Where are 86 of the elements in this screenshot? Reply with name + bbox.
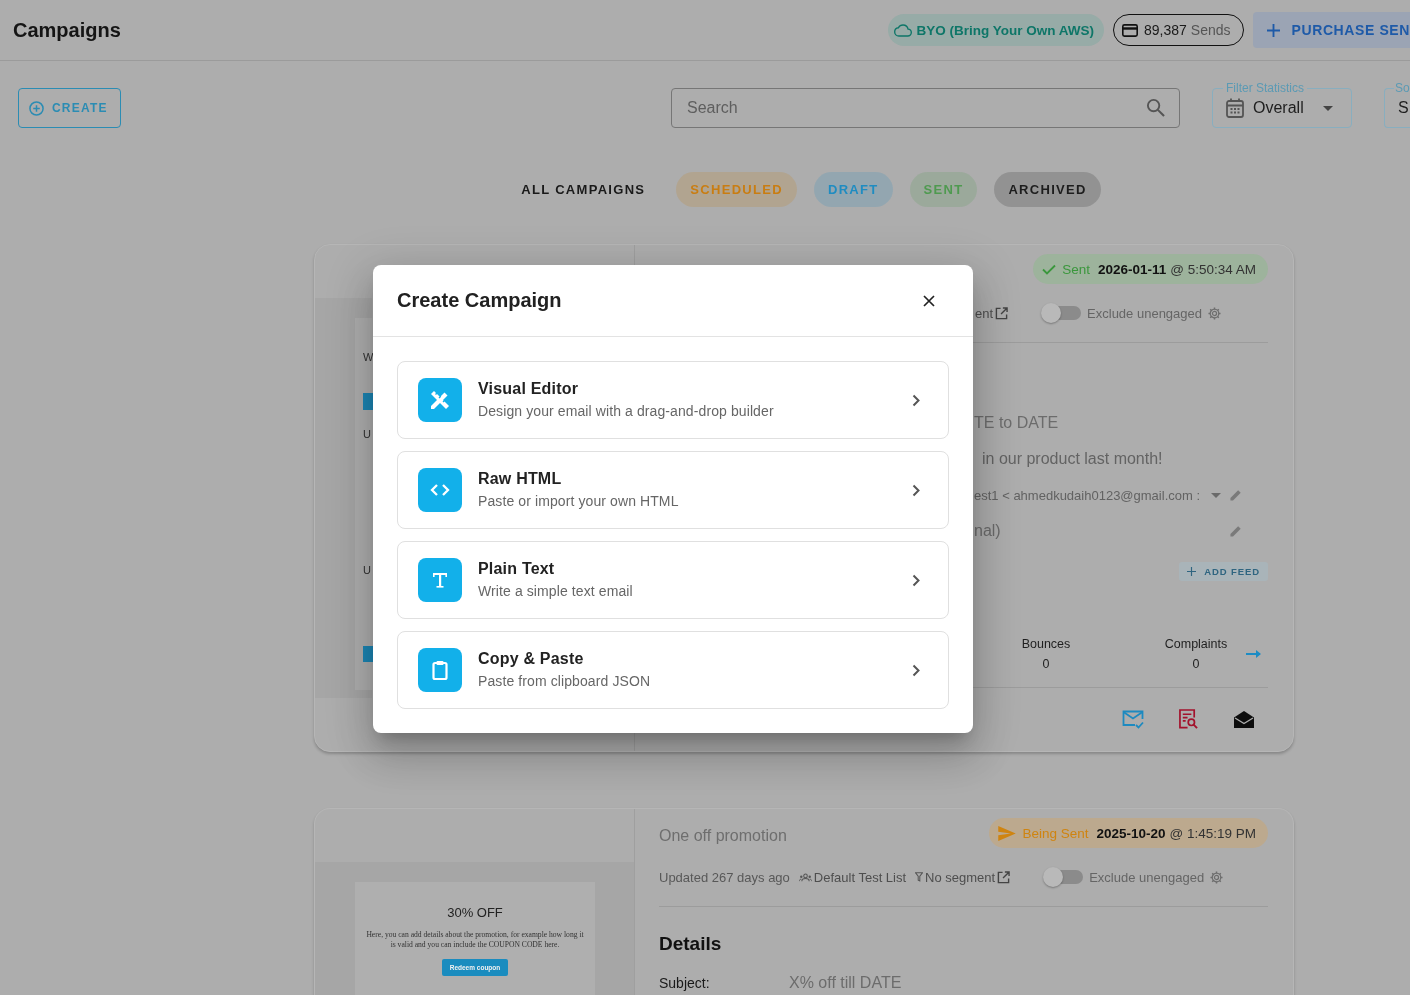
preheader-text: in our product last month!: [981, 450, 1164, 468]
option-description: Paste from clipboard JSON: [478, 672, 652, 691]
search-icon[interactable]: [1146, 98, 1165, 117]
campaign-title: One off promotion: [659, 826, 787, 845]
option-card[interactable]: Raw HTML Paste or import your own HTML: [397, 451, 949, 529]
status-date: 2025-10-20: [1096, 825, 1166, 841]
toggle-label: Exclude unengaged: [1087, 305, 1202, 321]
option-description: Write a simple text email: [478, 582, 634, 601]
stat-label: Bounces: [1021, 636, 1071, 653]
settings-icon[interactable]: [1210, 870, 1224, 884]
status-date: 2026-01-11: [1097, 261, 1167, 277]
option-card[interactable]: Visual Editor Design your email with a drag-and-drop builder: [397, 361, 949, 439]
filter-tab[interactable]: ARCHIVED: [994, 172, 1101, 207]
clipboard-icon: [418, 648, 462, 692]
plus-icon: [1187, 567, 1197, 576]
status-time: @ 5:50:34 AM: [1170, 261, 1256, 277]
toggle-label: Exclude unengaged: [1089, 869, 1205, 885]
add-circle-icon: [29, 100, 44, 116]
option-description: Design your email with a drag-and-drop builder: [478, 402, 775, 421]
list-name: Default Test List: [813, 869, 907, 885]
pencil-icon[interactable]: [1230, 489, 1242, 501]
stat-value: 0: [1192, 656, 1200, 673]
select-value: S: [1398, 99, 1409, 117]
sends-count: 89,387: [1144, 22, 1187, 38]
pencil-ruler-icon: [418, 378, 462, 422]
mail-check-icon[interactable]: [1122, 710, 1144, 729]
option-title: Visual Editor: [478, 379, 580, 399]
filter-select[interactable]: Filter Statistics Overall: [1212, 82, 1352, 128]
check-icon: [1042, 263, 1057, 275]
detail-label: Subject:: [659, 974, 711, 993]
status-label: Being Sent: [1022, 825, 1089, 841]
option-description: Paste or import your own HTML: [478, 492, 680, 511]
dialog-title: Create Campaign: [397, 289, 562, 312]
stat-value: 0: [1042, 656, 1050, 673]
plus-icon: [1266, 23, 1280, 37]
group-icon: [798, 872, 812, 882]
external-link-icon[interactable]: [995, 306, 1009, 320]
search-field[interactable]: Search: [671, 88, 1180, 128]
email-heading: W: [363, 350, 374, 364]
chevron-right-icon: [912, 483, 920, 497]
option-title: Raw HTML: [478, 469, 563, 489]
status-time: @ 1:45:19 PM: [1169, 825, 1256, 841]
open-envelope-icon[interactable]: [1233, 710, 1255, 729]
caret-down-icon: [1322, 105, 1333, 111]
chevron-right-icon: [912, 393, 920, 407]
option-card[interactable]: Plain Text Write a simple text email: [397, 541, 949, 619]
detail-value: X% off till DATE: [789, 973, 902, 993]
subject-text: TE to DATE: [974, 414, 1060, 432]
select-value: Overall: [1253, 99, 1304, 117]
close-icon[interactable]: [923, 294, 935, 307]
credit-card-icon: [1122, 23, 1138, 37]
option-card[interactable]: Copy & Paste Paste from clipboard JSON: [397, 631, 949, 709]
text-format-icon: [418, 558, 462, 602]
document-search-icon[interactable]: [1179, 709, 1198, 730]
sends-label: Sends: [1190, 22, 1231, 38]
external-link-icon[interactable]: [997, 870, 1011, 884]
filter-tab[interactable]: ALL CAMPAIGNS: [507, 172, 660, 207]
field-label: So: [1394, 82, 1410, 94]
provider-label: BYO (Bring Your Own AWS): [916, 22, 1094, 38]
email-heading: 30% OFF: [447, 905, 503, 921]
details-heading: Details: [659, 933, 723, 955]
segment-name: No segment: [925, 869, 996, 885]
calendar-icon: [1226, 98, 1244, 118]
reply-to-text: nal): [974, 522, 1002, 540]
sort-select[interactable]: So S: [1384, 82, 1410, 128]
settings-icon[interactable]: [1208, 306, 1221, 320]
segment-name: ent: [975, 305, 994, 321]
sender-text: est1 < ahmedkudaih0123@gmail.com :: [974, 487, 1202, 503]
stat-label: Complaints: [1164, 636, 1228, 653]
option-title: Plain Text: [478, 559, 556, 579]
status-label: Sent: [1062, 261, 1090, 277]
pencil-icon[interactable]: [1230, 525, 1242, 537]
caret-down-icon[interactable]: [1211, 492, 1221, 498]
page-title: Campaigns: [13, 18, 121, 42]
field-label: Filter Statistics: [1223, 82, 1307, 94]
arrow-right-icon[interactable]: [1246, 649, 1262, 659]
updated-text: Updated 267 days ago: [659, 869, 790, 885]
email-heading: U: [363, 427, 371, 441]
filter-icon: [915, 872, 924, 882]
send-icon: [998, 825, 1017, 841]
cloud-icon: [893, 23, 912, 37]
email-heading: U: [363, 563, 371, 577]
chevron-right-icon: [912, 573, 920, 587]
code-icon: [418, 468, 462, 512]
chevron-right-icon: [912, 663, 920, 677]
option-title: Copy & Paste: [478, 649, 585, 669]
